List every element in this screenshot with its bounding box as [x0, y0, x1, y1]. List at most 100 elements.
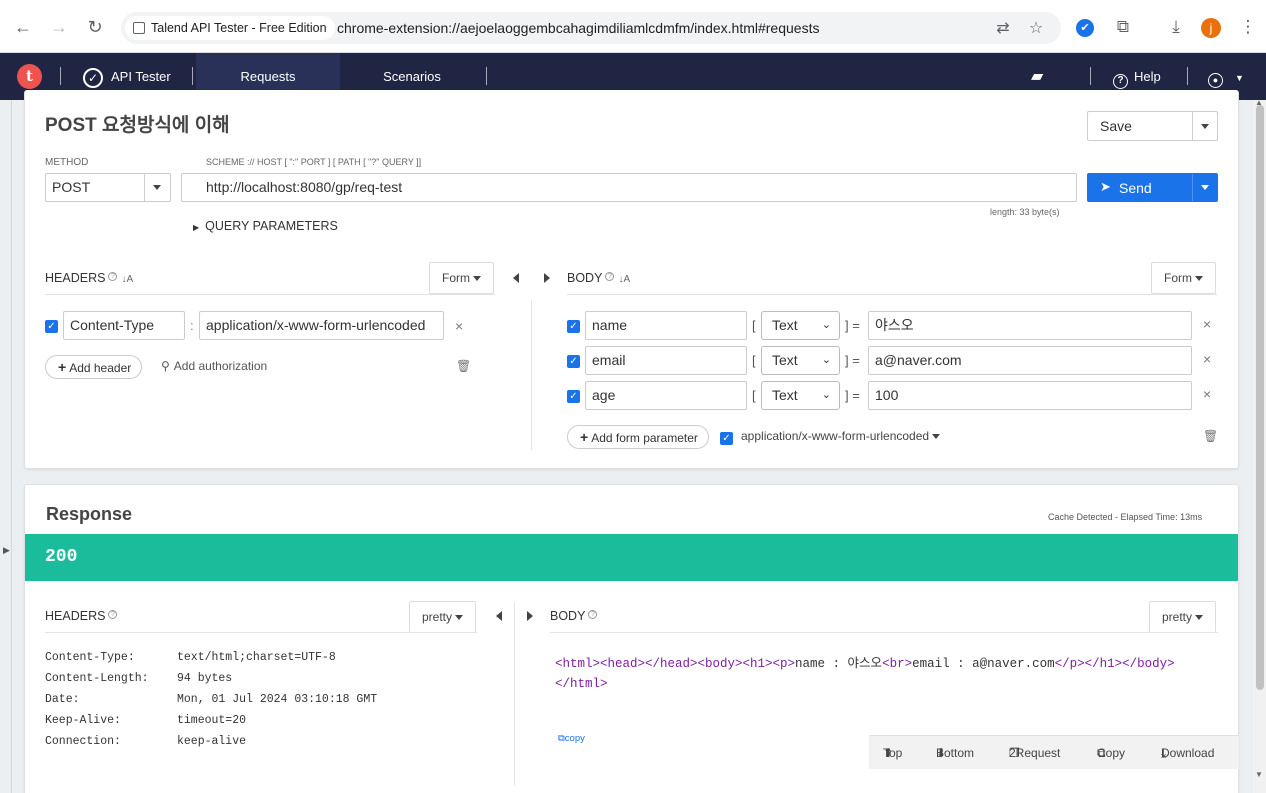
- menu-kebab-icon[interactable]: ⋮: [1238, 17, 1258, 37]
- trash-icon[interactable]: 🗑: [456, 359, 471, 373]
- bottom-label: Bottom: [936, 746, 975, 760]
- save-button[interactable]: Save: [1087, 111, 1218, 141]
- remove-param-icon[interactable]: ×: [1203, 386, 1211, 402]
- remove-param-icon[interactable]: ×: [1203, 316, 1211, 332]
- body-param-type-select[interactable]: Text ⌄: [761, 381, 840, 410]
- scrollbar-thumb[interactable]: [1256, 105, 1264, 690]
- reload-icon[interactable]: ↻: [84, 16, 106, 38]
- chevron-down-icon: [1195, 276, 1204, 282]
- response-title: Response: [46, 504, 133, 524]
- url-text[interactable]: chrome-extension://aejoelaoggembcahagimd…: [337, 12, 819, 44]
- chevron-down-icon[interactable]: [1201, 124, 1209, 129]
- header-enabled-checkbox[interactable]: ✓: [45, 320, 58, 333]
- body-param-value-input[interactable]: 야스오: [868, 311, 1192, 340]
- help-label: Help: [1134, 69, 1161, 84]
- response-actions-bar: ⬆ Top ⬇ Bottom ❐ 2Request ⧉ Copy ⤓ Downl…: [869, 735, 1239, 769]
- collapse-left-icon[interactable]: [496, 611, 502, 621]
- body-row-checkbox[interactable]: ✓: [567, 320, 580, 333]
- send-icon: ➤: [1100, 179, 1111, 194]
- chevron-down-icon: [455, 615, 464, 621]
- html-tags: <html><head></head><body><h1><p>: [555, 657, 796, 671]
- method-select[interactable]: POST: [45, 173, 171, 202]
- forward-icon[interactable]: →: [48, 16, 70, 38]
- remove-header-icon[interactable]: ×: [455, 318, 463, 334]
- translate-icon[interactable]: ⇄: [994, 20, 1012, 38]
- body-form-dropdown[interactable]: Form: [1151, 262, 1217, 294]
- help-icon[interactable]: ?: [588, 610, 598, 619]
- copy-label: copy: [564, 733, 585, 744]
- trash-icon[interactable]: 🗑: [1203, 429, 1218, 443]
- form-label: Form: [442, 271, 470, 285]
- response-header-value: 94 bytes: [177, 672, 233, 685]
- header-value-input[interactable]: application/x-www-form-urlencoded: [199, 311, 444, 340]
- copy-link[interactable]: ⧉copy: [558, 733, 585, 744]
- divider: [1192, 112, 1193, 140]
- response-body-content[interactable]: <html><head></head><body><h1><p>name : 야…: [555, 654, 1175, 694]
- expand-right-icon[interactable]: [544, 273, 550, 283]
- nav-divider: [1187, 67, 1188, 85]
- body-param-type-select[interactable]: Text ⌄: [761, 346, 840, 375]
- page-scrollbar[interactable]: ▲ ▼: [1253, 98, 1266, 793]
- add-form-parameter-button[interactable]: + Add form parameter: [567, 425, 709, 449]
- help-icon[interactable]: ?: [605, 272, 615, 281]
- chevron-down-icon: [932, 434, 941, 440]
- collapse-left-icon[interactable]: [513, 273, 519, 283]
- headers-form-dropdown[interactable]: Form: [429, 262, 495, 294]
- body-param-name-input[interactable]: age: [585, 381, 747, 410]
- download-icon[interactable]: ⤓: [1166, 17, 1186, 37]
- to-request-label: 2Request: [1009, 746, 1061, 760]
- body-param-type-select[interactable]: Text ⌄: [761, 311, 840, 340]
- br-tag: <br>: [882, 657, 913, 671]
- sidebar-expand-icon[interactable]: ▶: [3, 545, 10, 556]
- body-label: BODY: [567, 271, 603, 285]
- bookmark-star-icon[interactable]: ☆: [1027, 20, 1045, 38]
- help-icon[interactable]: ?: [108, 610, 118, 619]
- request-card: [24, 90, 1239, 469]
- nav-divider: [1090, 67, 1091, 85]
- add-header-button[interactable]: + Add header: [45, 355, 143, 379]
- chevron-down-icon: ⌄: [821, 354, 831, 366]
- url-input[interactable]: http://localhost:8080/gp/req-test: [181, 173, 1077, 202]
- response-header-key: Date:: [45, 693, 80, 706]
- body-row-checkbox[interactable]: ✓: [567, 355, 580, 368]
- copy-action-label: Copy: [1097, 746, 1126, 760]
- scroll-down-icon[interactable]: ▼: [1255, 770, 1263, 779]
- sort-az-icon[interactable]: ↓A: [121, 274, 133, 285]
- help-icon[interactable]: ?: [108, 272, 118, 281]
- body-param-value-input[interactable]: 100: [868, 381, 1192, 410]
- extension-chip[interactable]: Talend API Tester - Free Edition: [125, 16, 335, 40]
- chevron-down-icon: ▼: [1235, 73, 1244, 83]
- response-header-value: Mon, 01 Jul 2024 03:10:18 GMT: [177, 693, 378, 706]
- chevron-down-icon: [473, 276, 482, 282]
- profile-avatar[interactable]: j: [1201, 18, 1221, 38]
- extension-check-icon[interactable]: ✔: [1076, 19, 1094, 37]
- add-authorization-link[interactable]: ⚲ Add authorization: [161, 359, 267, 373]
- divider: [1192, 174, 1193, 201]
- response-body-title: BODY?: [550, 609, 598, 623]
- length-info: length: 33 byte(s): [990, 207, 1060, 217]
- request-title[interactable]: POST 요청방식에 이해: [45, 110, 230, 137]
- content-type-checkbox[interactable]: ✓: [720, 432, 733, 445]
- pretty-label: pretty: [1162, 610, 1193, 624]
- address-bar[interactable]: Talend API Tester - Free Edition chrome-…: [121, 12, 1061, 44]
- nav-divider: [60, 67, 61, 85]
- header-name-input[interactable]: Content-Type: [63, 311, 185, 340]
- sort-az-icon[interactable]: ↓A: [618, 274, 630, 285]
- back-icon[interactable]: ←: [12, 16, 34, 38]
- headers-pretty-dropdown[interactable]: pretty: [409, 601, 477, 633]
- body-param-value-input[interactable]: a@naver.com: [868, 346, 1192, 375]
- expand-right-icon[interactable]: [527, 611, 533, 621]
- body-param-name-input[interactable]: email: [585, 346, 747, 375]
- top-label: Top: [883, 746, 903, 760]
- query-parameters-toggle[interactable]: ▶ QUERY PARAMETERS: [193, 219, 338, 233]
- extensions-puzzle-icon[interactable]: ⧉: [1113, 17, 1133, 37]
- remove-param-icon[interactable]: ×: [1203, 351, 1211, 367]
- api-tester-brand[interactable]: ✓ API Tester: [83, 66, 171, 88]
- body-row-checkbox[interactable]: ✓: [567, 390, 580, 403]
- chevron-down-icon[interactable]: [1201, 185, 1209, 190]
- body-param-name-input[interactable]: name: [585, 311, 747, 340]
- body-pretty-dropdown[interactable]: pretty: [1149, 601, 1217, 633]
- content-type-dropdown[interactable]: application/x-www-form-urlencoded: [741, 429, 941, 443]
- plus-icon: +: [580, 429, 589, 445]
- send-button[interactable]: ➤ Send: [1087, 173, 1218, 202]
